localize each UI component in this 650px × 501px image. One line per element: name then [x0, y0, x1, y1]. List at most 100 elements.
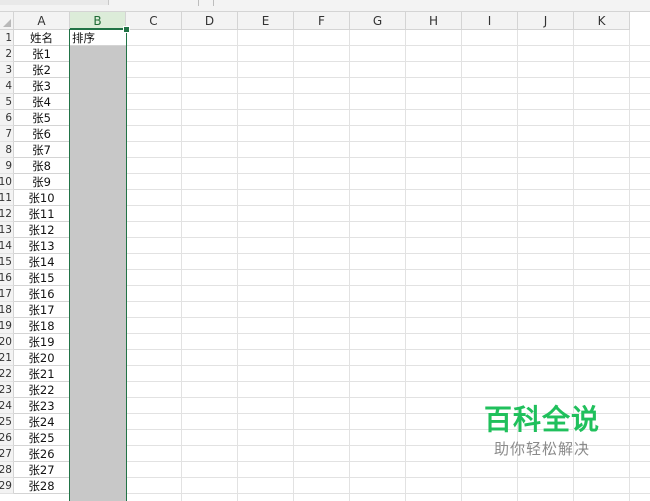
cell-a15[interactable]: 张14	[14, 254, 70, 270]
cell-a29[interactable]: 张28	[14, 478, 70, 494]
cell-b19[interactable]	[70, 318, 126, 334]
cell-b14[interactable]	[70, 238, 126, 254]
row-header-13[interactable]: 13	[0, 222, 14, 238]
cell-b27[interactable]	[70, 446, 126, 462]
cell-a7[interactable]: 张6	[14, 126, 70, 142]
cell-a6[interactable]: 张5	[14, 110, 70, 126]
row-header-4[interactable]: 4	[0, 78, 14, 94]
row-header-26[interactable]: 26	[0, 430, 14, 446]
row-header-24[interactable]: 24	[0, 398, 14, 414]
column-header-d[interactable]: D	[182, 12, 238, 30]
cell-a11[interactable]: 张10	[14, 190, 70, 206]
cell-a25[interactable]: 张24	[14, 414, 70, 430]
cell-b30[interactable]	[70, 494, 126, 501]
cell-b29[interactable]	[70, 478, 126, 494]
cell-a18[interactable]: 张17	[14, 302, 70, 318]
cell-a28[interactable]: 张27	[14, 462, 70, 478]
column-header-b[interactable]: B	[70, 12, 126, 30]
row-header-6[interactable]: 6	[0, 110, 14, 126]
column-header-h[interactable]: H	[406, 12, 462, 30]
row-header-7[interactable]: 7	[0, 126, 14, 142]
cell-a8[interactable]: 张7	[14, 142, 70, 158]
row-header-16[interactable]: 16	[0, 270, 14, 286]
column-header-g[interactable]: G	[350, 12, 406, 30]
fill-handle[interactable]	[123, 26, 130, 33]
row-header-23[interactable]: 23	[0, 382, 14, 398]
cell-a2[interactable]: 张1	[14, 46, 70, 62]
cell-b3[interactable]	[70, 62, 126, 78]
cell-b24[interactable]	[70, 398, 126, 414]
row-header-1[interactable]: 1	[0, 30, 14, 46]
cell-b25[interactable]	[70, 414, 126, 430]
row-header-22[interactable]: 22	[0, 366, 14, 382]
row-header-29[interactable]: 29	[0, 478, 14, 494]
cell-b7[interactable]	[70, 126, 126, 142]
row-header-8[interactable]: 8	[0, 142, 14, 158]
cell-b11[interactable]	[70, 190, 126, 206]
row-header-21[interactable]: 21	[0, 350, 14, 366]
column-header-c[interactable]: C	[126, 12, 182, 30]
cell-b22[interactable]	[70, 366, 126, 382]
column-header-i[interactable]: I	[462, 12, 518, 30]
select-all-button[interactable]	[0, 12, 14, 30]
row-header-27[interactable]: 27	[0, 446, 14, 462]
row-header-12[interactable]: 12	[0, 206, 14, 222]
cell-a4[interactable]: 张3	[14, 78, 70, 94]
cell-b5[interactable]	[70, 94, 126, 110]
row-header-11[interactable]: 11	[0, 190, 14, 206]
cell-b26[interactable]	[70, 430, 126, 446]
cell-b6[interactable]	[70, 110, 126, 126]
cell-b23[interactable]	[70, 382, 126, 398]
row-header-9[interactable]: 9	[0, 158, 14, 174]
cell-a14[interactable]: 张13	[14, 238, 70, 254]
row-header-18[interactable]: 18	[0, 302, 14, 318]
cell-b21[interactable]	[70, 350, 126, 366]
cell-a23[interactable]: 张22	[14, 382, 70, 398]
cell-a26[interactable]: 张25	[14, 430, 70, 446]
cell-a24[interactable]: 张23	[14, 398, 70, 414]
column-header-j[interactable]: J	[518, 12, 574, 30]
cell-b2[interactable]	[70, 46, 126, 62]
cell-a20[interactable]: 张19	[14, 334, 70, 350]
column-header-k[interactable]: K	[574, 12, 630, 30]
cell-a3[interactable]: 张2	[14, 62, 70, 78]
row-header-28[interactable]: 28	[0, 462, 14, 478]
cell-b10[interactable]	[70, 174, 126, 190]
cell-b20[interactable]	[70, 334, 126, 350]
name-box[interactable]	[0, 0, 109, 5]
cell-b16[interactable]	[70, 270, 126, 286]
cell-b18[interactable]	[70, 302, 126, 318]
cell-b12[interactable]	[70, 206, 126, 222]
row-header-25[interactable]: 25	[0, 414, 14, 430]
cell-a5[interactable]: 张4	[14, 94, 70, 110]
row-header-3[interactable]: 3	[0, 62, 14, 78]
row-header-19[interactable]: 19	[0, 318, 14, 334]
cell-a1[interactable]: 姓名	[14, 30, 70, 46]
cell-b8[interactable]	[70, 142, 126, 158]
cell-a22[interactable]: 张21	[14, 366, 70, 382]
cell-b28[interactable]	[70, 462, 126, 478]
cell-a17[interactable]: 张16	[14, 286, 70, 302]
row-header-14[interactable]: 14	[0, 238, 14, 254]
column-header-a[interactable]: A	[14, 12, 70, 30]
cell-b15[interactable]	[70, 254, 126, 270]
column-header-f[interactable]: F	[294, 12, 350, 30]
cell-a10[interactable]: 张9	[14, 174, 70, 190]
column-header-e[interactable]: E	[238, 12, 294, 30]
cell-a13[interactable]: 张12	[14, 222, 70, 238]
column-b-cells[interactable]: 排序	[70, 30, 126, 501]
cell-b1[interactable]: 排序	[70, 30, 126, 46]
cell-a21[interactable]: 张20	[14, 350, 70, 366]
row-header-17[interactable]: 17	[0, 286, 14, 302]
cell-a16[interactable]: 张15	[14, 270, 70, 286]
cell-a19[interactable]: 张18	[14, 318, 70, 334]
cell-a9[interactable]: 张8	[14, 158, 70, 174]
cell-b13[interactable]	[70, 222, 126, 238]
row-header-10[interactable]: 10	[0, 174, 14, 190]
row-header-5[interactable]: 5	[0, 94, 14, 110]
row-header-2[interactable]: 2	[0, 46, 14, 62]
row-header-15[interactable]: 15	[0, 254, 14, 270]
column-a-cells[interactable]: 姓名 张1 张2 张3 张4 张5 张6 张7 张8 张9 张10 张11 张12 张13 张14 张15 张1…	[14, 30, 70, 494]
cell-b9[interactable]	[70, 158, 126, 174]
cell-a27[interactable]: 张26	[14, 446, 70, 462]
